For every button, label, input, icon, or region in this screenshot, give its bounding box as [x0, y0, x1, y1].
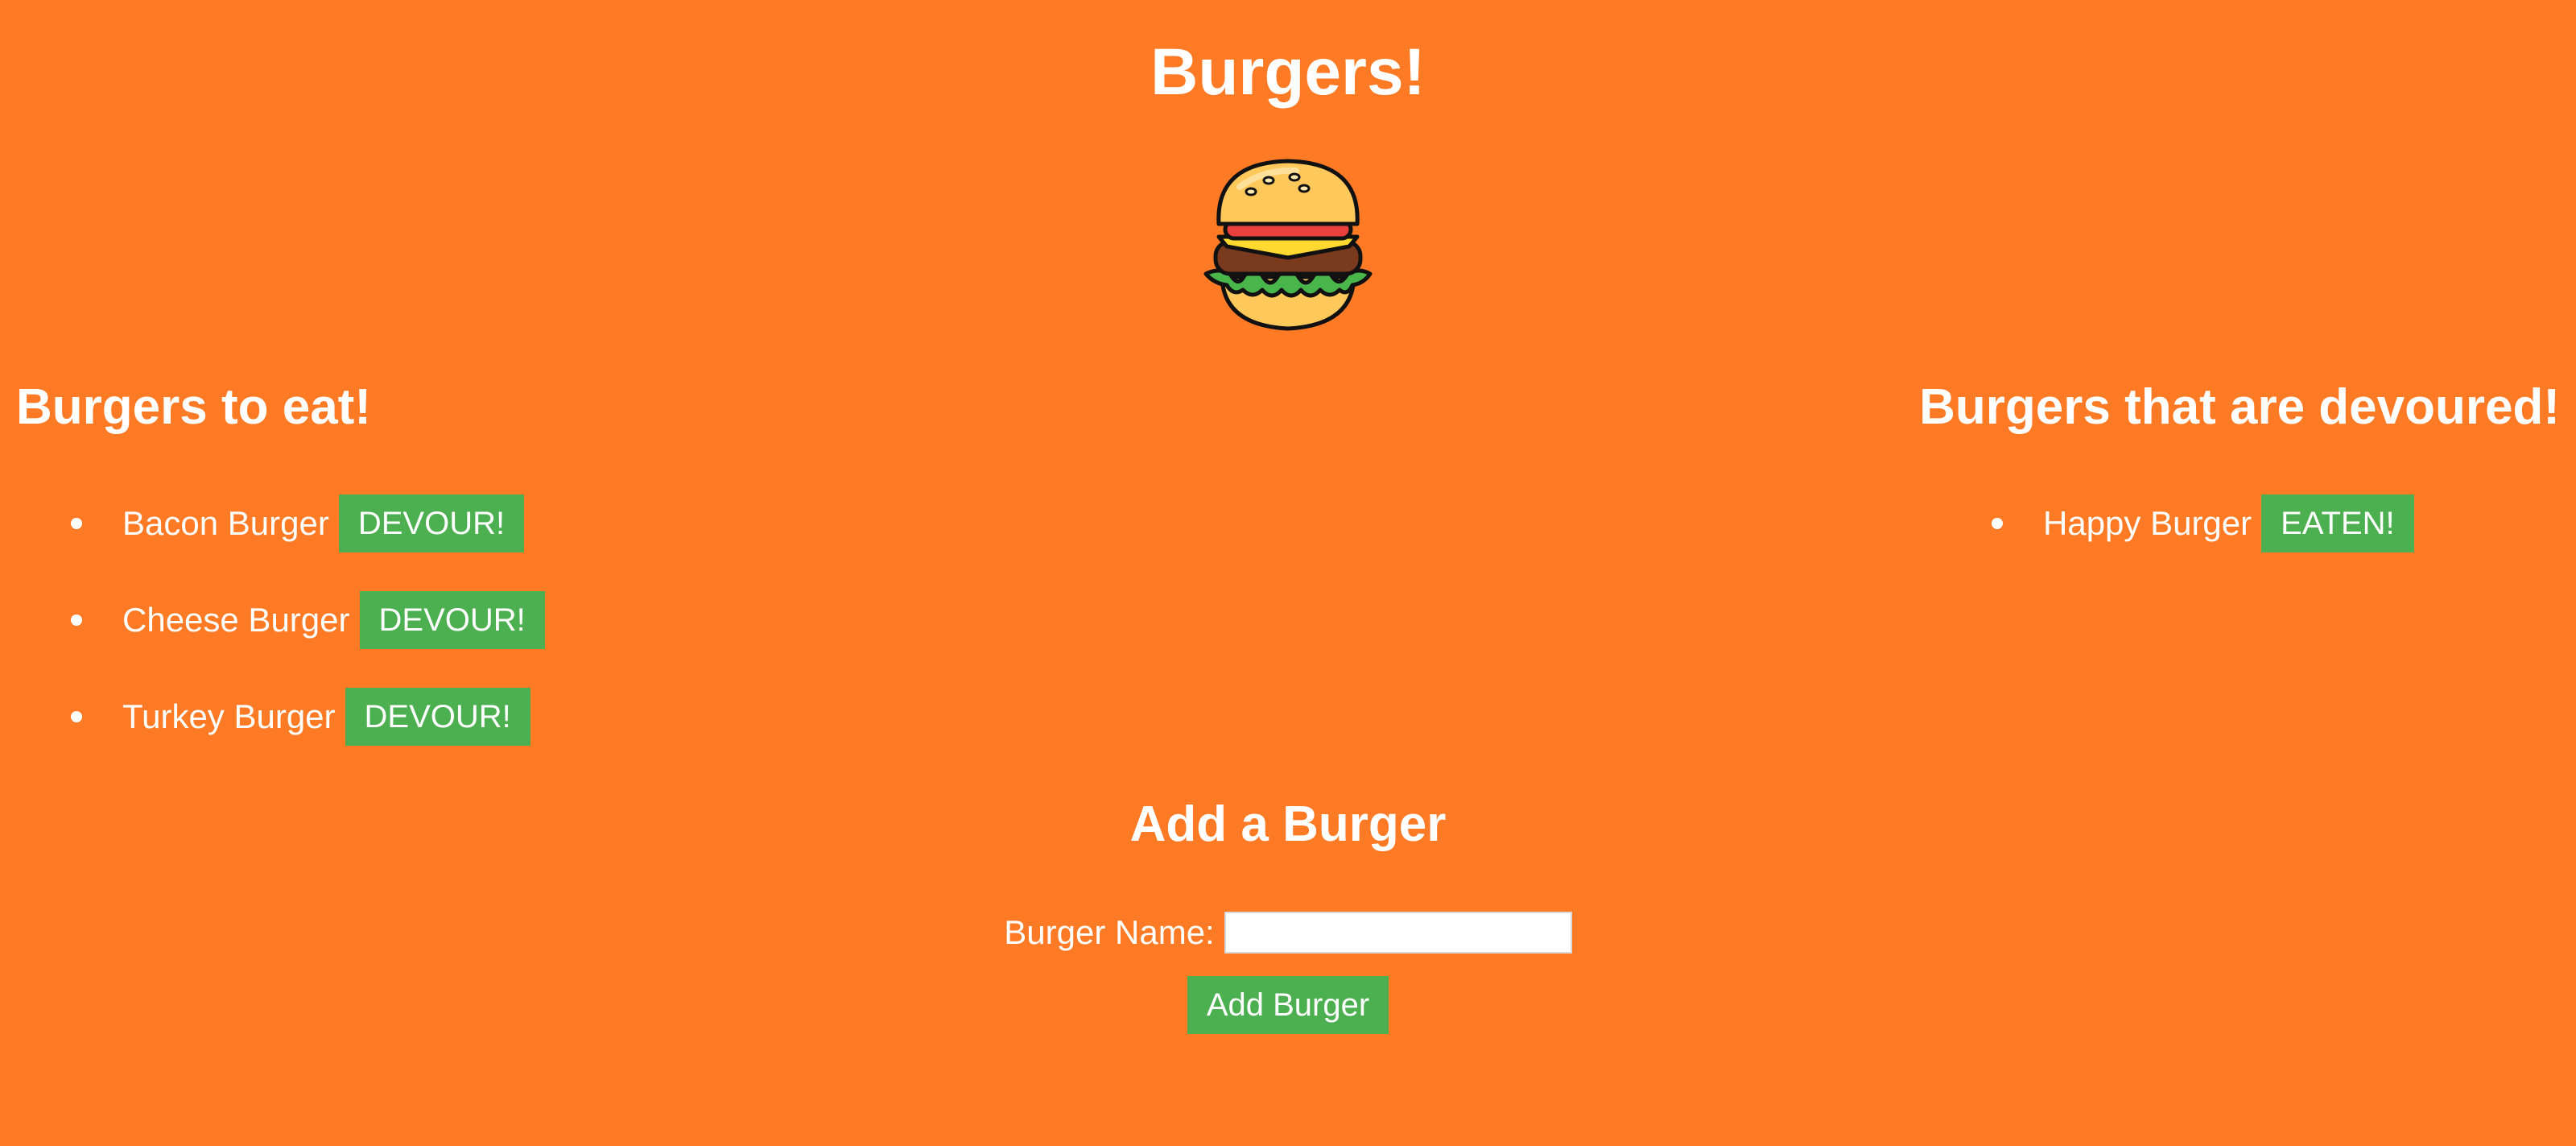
list-item: Turkey Burger DEVOUR! [64, 688, 545, 746]
devour-button[interactable]: DEVOUR! [345, 688, 530, 746]
burger-name: Turkey Burger [122, 697, 336, 735]
bullet [1992, 518, 2003, 529]
burger-icon [1203, 159, 1373, 331]
bullet [71, 518, 82, 529]
list-item: Happy Burger EATEN! [1985, 494, 2414, 552]
bullet [71, 711, 82, 722]
to-eat-heading: Burgers to eat! [16, 379, 371, 435]
devour-button[interactable]: DEVOUR! [338, 494, 525, 552]
burger-name: Happy Burger [2043, 504, 2252, 542]
to-eat-list: Bacon Burger DEVOUR! Cheese Burger DEVOU… [64, 494, 545, 784]
devoured-list: Happy Burger EATEN! [1985, 494, 2414, 591]
bullet [71, 614, 82, 626]
list-item: Bacon Burger DEVOUR! [64, 494, 545, 552]
add-burger-heading: Add a Burger [1129, 796, 1447, 852]
list-item: Cheese Burger DEVOUR! [64, 591, 545, 649]
eaten-button[interactable]: EATEN! [2261, 494, 2414, 552]
add-burger-button[interactable]: Add Burger [1187, 976, 1389, 1034]
burger-name: Cheese Burger [122, 601, 350, 639]
devoured-heading: Burgers that are devoured! [1919, 379, 2560, 435]
burger-name: Bacon Burger [122, 504, 329, 542]
burger-name-label: Burger Name: [1004, 913, 1215, 951]
burger-name-input[interactable] [1224, 912, 1572, 954]
burger-name-row: Burger Name: [0, 912, 2576, 954]
page-title: Burgers! [1150, 35, 1426, 109]
devour-button[interactable]: DEVOUR! [359, 591, 545, 649]
add-button-row: Add Burger [0, 976, 2576, 1034]
